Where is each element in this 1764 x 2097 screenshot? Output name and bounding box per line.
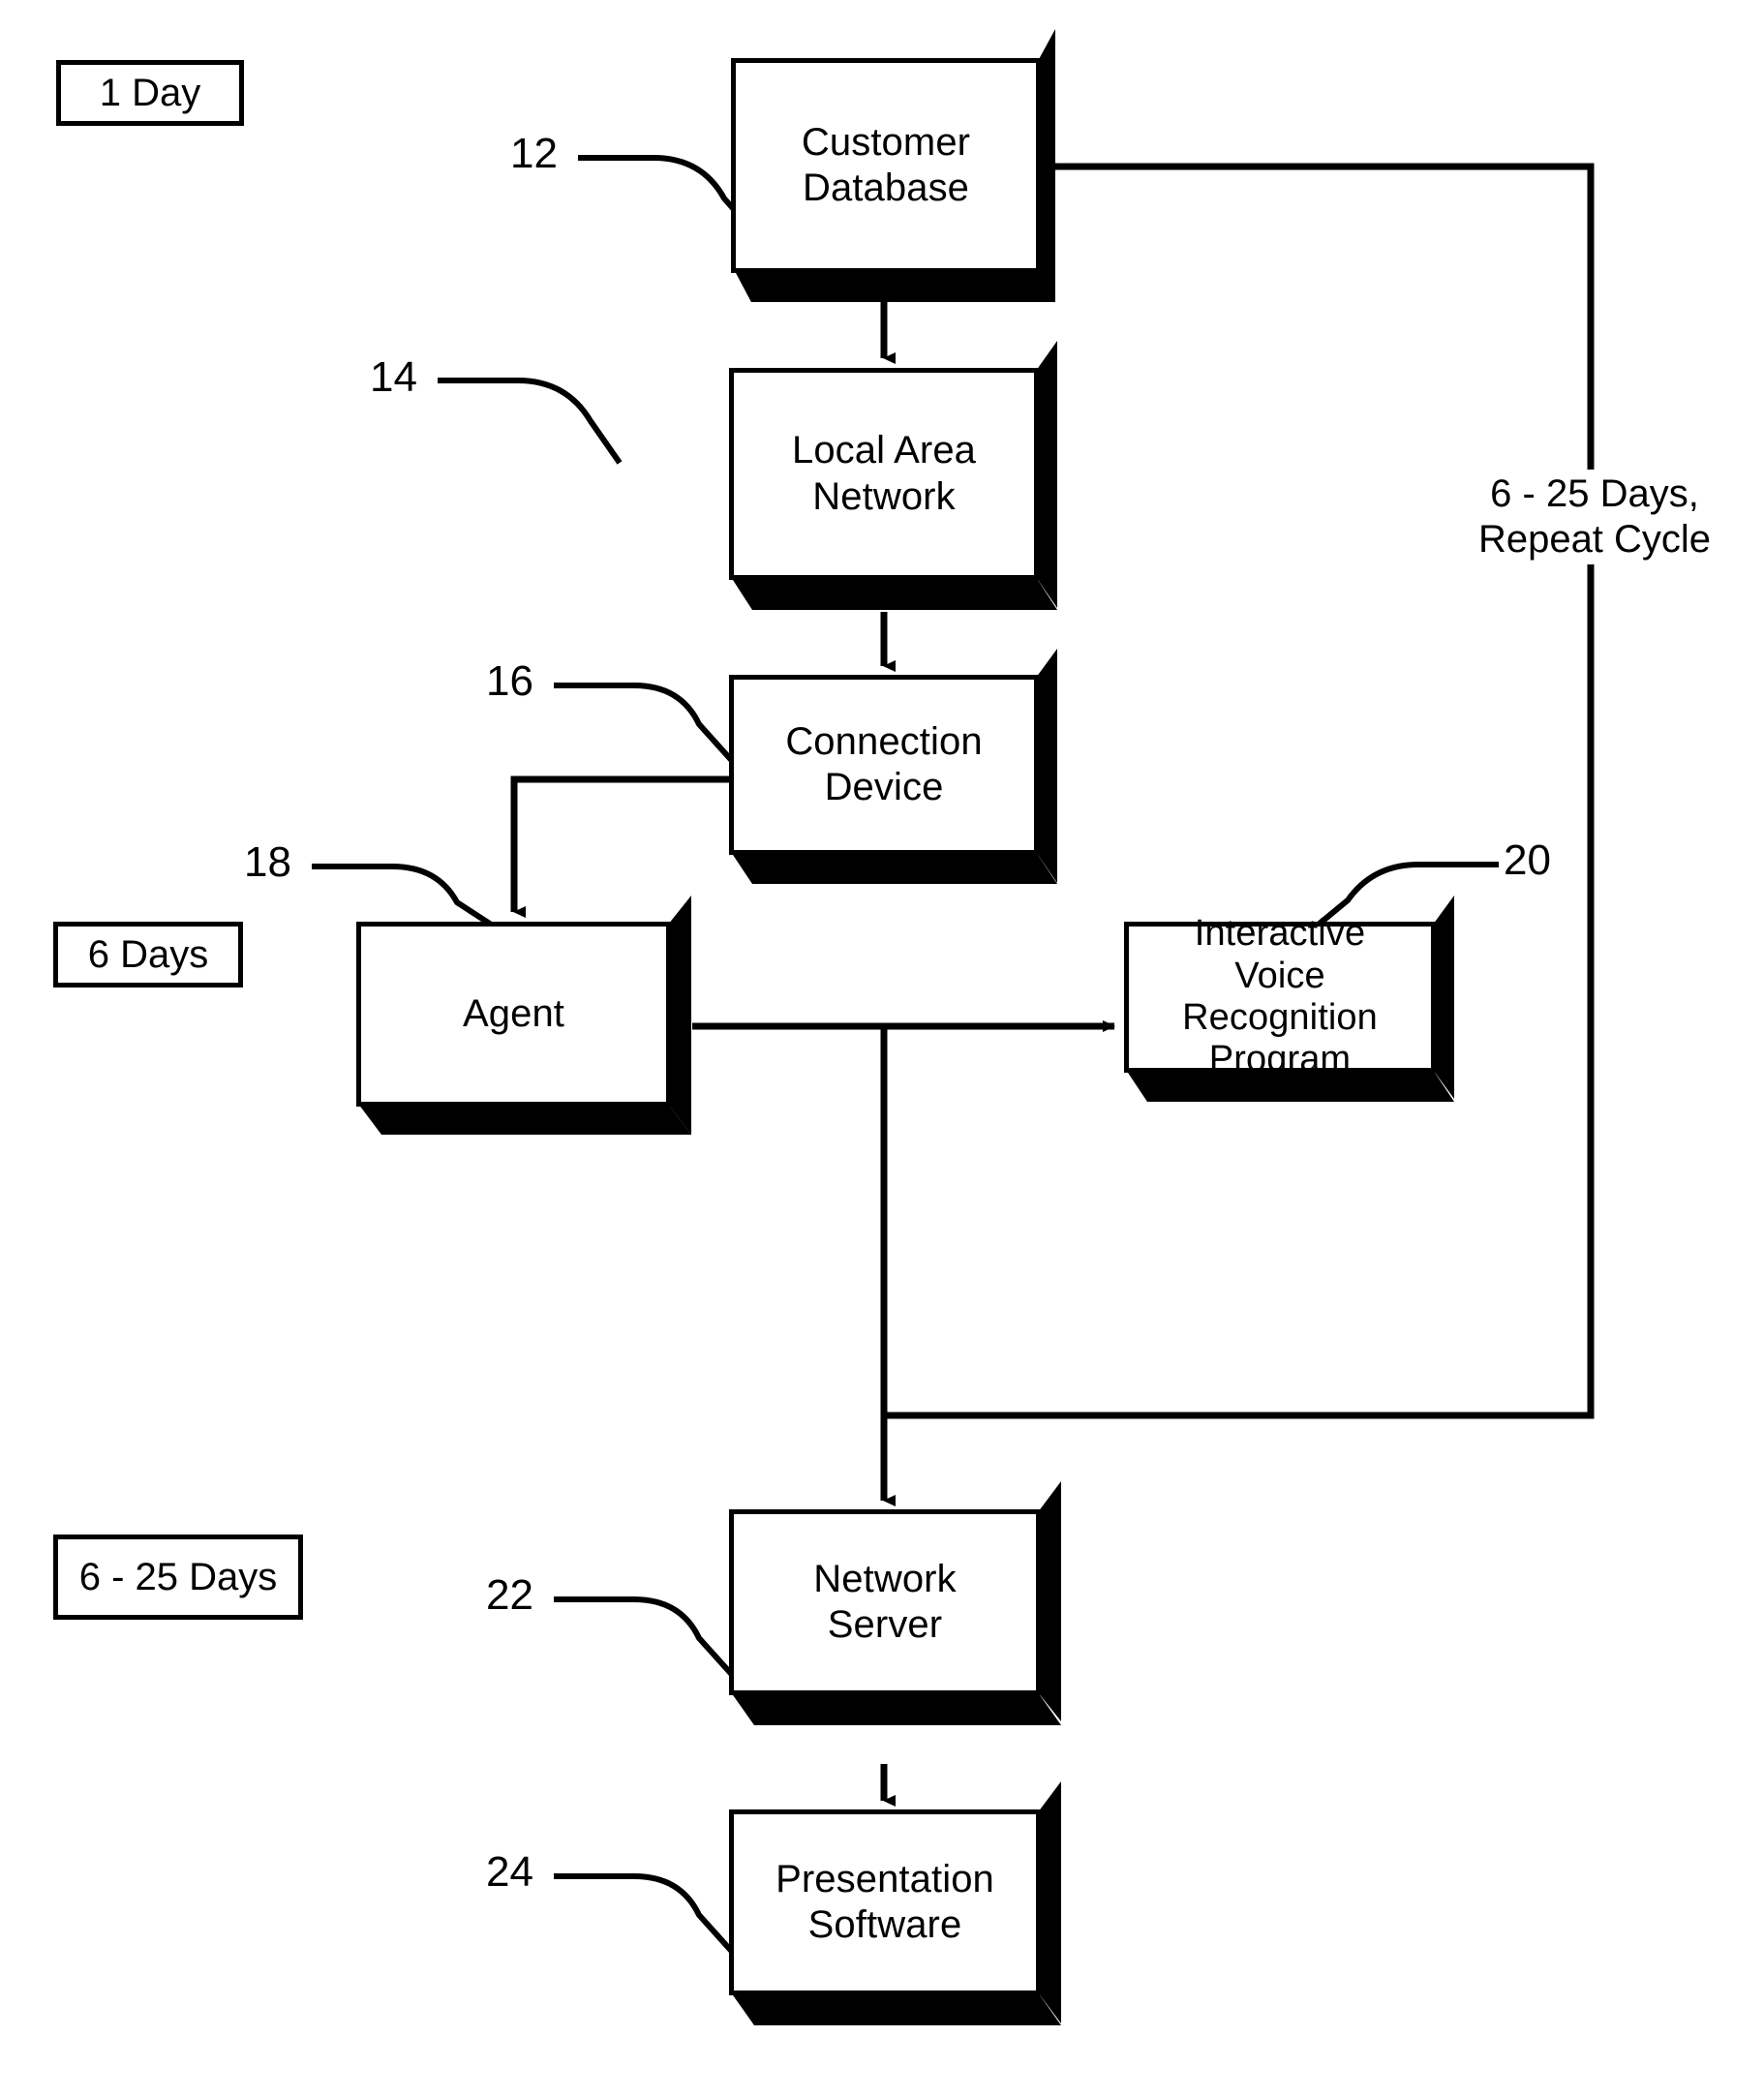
phase-label-1-day-text: 1 Day [99, 72, 201, 114]
phase-label-6-25-days: 6 - 25 Days [53, 1535, 303, 1620]
shadow-ivr [1433, 896, 1454, 1099]
node-customer-database[interactable]: Customer Database [731, 58, 1041, 273]
phase-label-1-day: 1 Day [56, 60, 244, 126]
phase-label-6-days-text: 6 Days [87, 933, 209, 976]
node-agent[interactable]: Agent [356, 922, 671, 1107]
node-ivr-program[interactable]: Interactive Voice Recognition Program [1124, 913, 1436, 1079]
ref-numeral-18: 18 [244, 838, 291, 886]
node-network-server-label: Network Server [813, 1557, 957, 1646]
shadow-network-server [1038, 1481, 1061, 1721]
ref-numeral-24: 24 [486, 1848, 533, 1896]
node-local-area-network-label: Local Area Network [791, 429, 977, 518]
annotation-repeat-cycle: 6 - 25 Days, Repeat Cycle [1429, 470, 1760, 565]
ref-numeral-12: 12 [510, 130, 558, 177]
node-network-server[interactable]: Network Server [729, 1509, 1041, 1695]
phase-label-6-days: 6 Days [53, 922, 243, 988]
shadow-lan [1036, 341, 1057, 608]
node-connection-device-label: Connection Device [785, 719, 983, 808]
ref-numeral-22: 22 [486, 1571, 533, 1619]
node-local-area-network[interactable]: Local Area Network [729, 368, 1039, 580]
shadow-connection-device [1036, 649, 1057, 883]
node-connection-device[interactable]: Connection Device [729, 675, 1039, 855]
patent-figure: Customer Database Local Area Network Con… [0, 0, 1764, 2097]
ref-numeral-20: 20 [1504, 836, 1551, 884]
node-presentation-software-label: Presentation Software [776, 1857, 994, 1946]
ref-numeral-14: 14 [370, 353, 417, 401]
node-customer-database-label: Customer Database [801, 120, 971, 209]
node-shadow-layer [358, 29, 1454, 2025]
node-agent-label: Agent [462, 991, 565, 1035]
node-ivr-program-label: Interactive Voice Recognition Program [1182, 913, 1378, 1080]
shadow-presentation-software [1038, 1781, 1061, 2023]
node-presentation-software[interactable]: Presentation Software [729, 1809, 1041, 1995]
ref-numeral-16: 16 [486, 657, 533, 705]
phase-label-6-25-days-text: 6 - 25 Days [78, 1556, 278, 1598]
